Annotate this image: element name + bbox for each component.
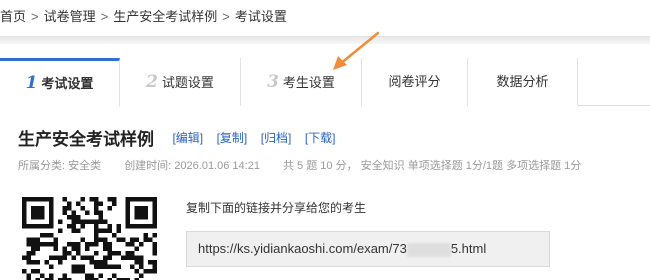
breadcrumb-paper-management[interactable]: 试卷管理 [44,0,96,34]
exam-meta: 所属分类: 安全类 创建时间: 2026.01.06 14:21 共 5 题 1… [18,157,581,173]
exam-category: 所属分类: 安全类 [18,160,102,172]
archive-link[interactable]: [归档] [261,129,292,146]
exam-title-row: 生产安全考试样例 [编辑] [复制] [归档] [下载] [18,125,336,150]
tab-label: 阅卷评分 [388,74,441,89]
exam-summary: 共 5 题 10 分， 安全知识 单项选择题 1分/1题 多项选择题 1分 [283,160,582,172]
tab-step-number: 2 [146,72,158,92]
tab-label: 考试设置 [41,76,94,91]
breadcrumb-separator: > [100,9,109,24]
share-url-prefix: https://ks.yidiankaoshi.com/exam/73 [198,241,407,256]
header-divider [0,36,650,44]
breadcrumb-separator: > [31,9,39,24]
download-link[interactable]: [下载] [305,129,336,146]
breadcrumb-current: 考试设置 [234,9,287,24]
tab-label: 考生设置 [282,75,335,90]
tab-exam-settings[interactable]: 1 考试设置 [0,58,120,107]
share-instruction: 复制下面的链接并分享给您的考生 [186,201,367,215]
tab-data-analysis[interactable]: 数据分析 [468,58,578,106]
tab-step-number: 1 [25,73,38,93]
edit-link[interactable]: [编辑] [172,129,203,146]
exam-created-time: 创建时间: 2026.01.06 14:21 [124,160,260,172]
breadcrumb-home[interactable]: 首页 [0,0,26,34]
tab-label: 数据分析 [496,74,549,89]
qr-code-icon [22,197,157,280]
exam-title: 生产安全考试样例 [18,130,154,149]
pointer-arrow-icon [333,31,380,70]
tab-question-settings[interactable]: 2 试题设置 [120,58,241,106]
step-tabs: 1 考试设置 2 试题设置 3 考生设置 阅卷评分 数据分析 [0,44,650,107]
tab-label: 试题设置 [161,75,214,90]
url-redacted-segment [406,242,451,257]
breadcrumb-exam[interactable]: 生产安全考试样例 [113,0,217,34]
copy-link[interactable]: [复制] [217,129,248,146]
share-url-suffix: 5.html [450,241,487,256]
share-url-field[interactable]: https://ks.yidiankaoshi.com/exam/73 5.htm… [186,231,550,267]
breadcrumb-separator: > [222,9,230,24]
tab-step-number: 3 [267,72,279,92]
breadcrumb: 首页 > 试卷管理 > 生产安全考试样例 > 考试设置 [0,0,650,36]
